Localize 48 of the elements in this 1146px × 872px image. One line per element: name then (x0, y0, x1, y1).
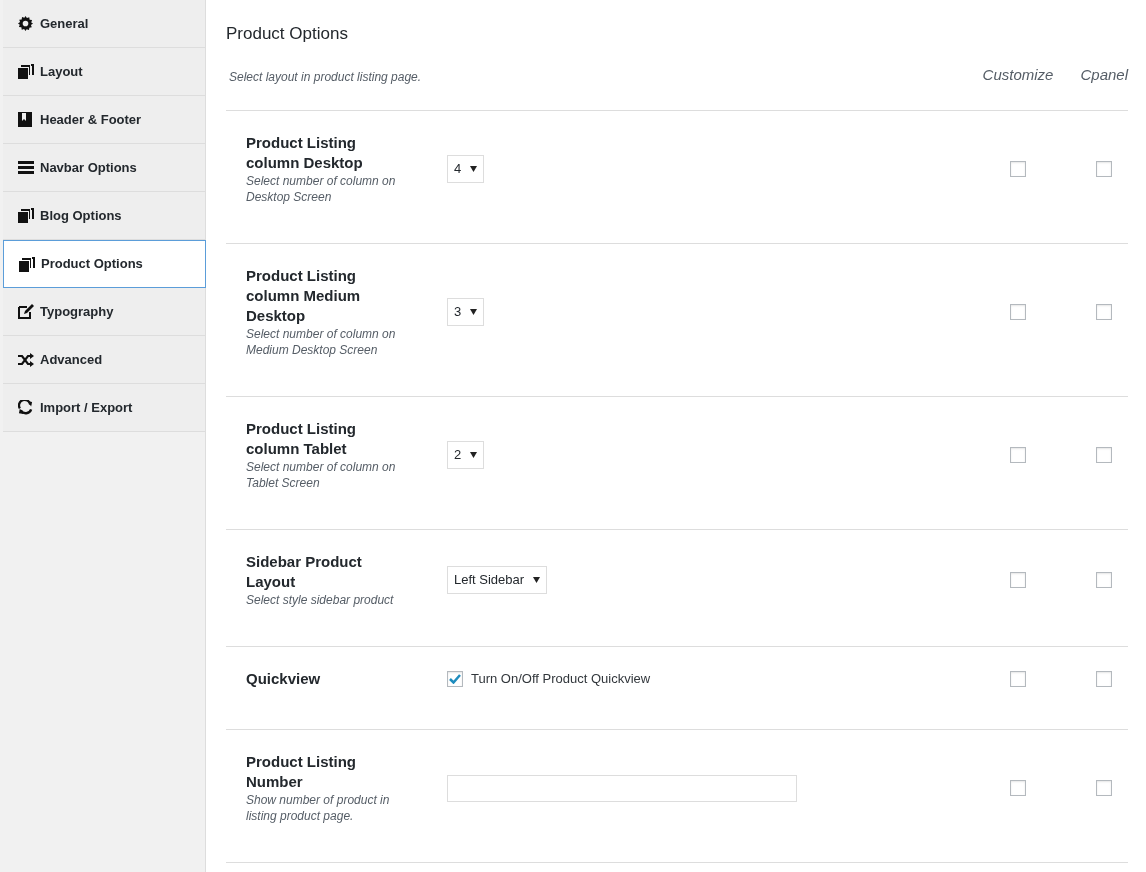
option-title: Product Listing column Desktop (246, 133, 364, 173)
checkbox[interactable] (1010, 304, 1026, 320)
gear-icon (18, 16, 33, 31)
sidebar-tab[interactable]: Product Options (3, 240, 206, 288)
option-description: Select number of column on Tablet Screen (246, 459, 397, 491)
shuffle-icon (18, 352, 34, 367)
column-header: Customize (981, 64, 1055, 85)
copy-icon (18, 208, 34, 223)
input-field[interactable] (447, 774, 797, 802)
select-dropdown[interactable]: 4 (447, 155, 485, 183)
checkbox[interactable] (1096, 304, 1112, 320)
caret-icon (470, 452, 478, 458)
edit-icon (18, 304, 34, 319)
checkbox-label: Turn On/Off Product Quickview (471, 670, 651, 689)
panel-description: Select layout in product listing page. (228, 69, 423, 86)
column-header: Cpanel (1079, 64, 1128, 85)
option-title: Product Listing column Medium Desktop (246, 266, 362, 326)
option-title: Quickview (246, 669, 322, 689)
select-dropdown[interactable]: Left Sidebar (447, 566, 548, 594)
option-title: Product Listing Number (246, 752, 357, 792)
copy-icon (19, 256, 35, 272)
checkbox[interactable] (1010, 572, 1026, 588)
caret-icon (470, 309, 478, 315)
checkbox[interactable] (1010, 161, 1026, 177)
checkbox[interactable] (1096, 447, 1112, 463)
option-description: Show number of product in listing product page. (246, 792, 391, 824)
checkbox[interactable] (1010, 780, 1026, 796)
option-title: Sidebar Product Layout (246, 552, 363, 592)
caret-icon (470, 166, 478, 172)
refresh-icon (18, 400, 33, 415)
checkbox[interactable] (447, 671, 463, 687)
checkbox[interactable] (1010, 447, 1026, 463)
caret-icon (533, 577, 541, 583)
menu-icon (18, 161, 34, 174)
option-description: Select number of column on Medium Desktop Screen (246, 326, 397, 358)
select-dropdown[interactable]: 2 (447, 441, 485, 469)
panel-title: Product Options (226, 23, 349, 45)
checkbox[interactable] (1096, 161, 1112, 177)
book-icon (18, 112, 32, 127)
checkbox[interactable] (1096, 572, 1112, 588)
option-title: Product Listing column Tablet (246, 419, 357, 459)
select-dropdown[interactable]: 3 (447, 298, 485, 326)
checkbox[interactable] (1096, 780, 1112, 796)
copy-icon (18, 64, 34, 79)
checkbox[interactable] (1010, 671, 1026, 687)
option-description: Select style sidebar product (246, 592, 395, 608)
option-description: Select number of column on Desktop Screen (246, 173, 397, 205)
checkbox[interactable] (1096, 671, 1112, 687)
